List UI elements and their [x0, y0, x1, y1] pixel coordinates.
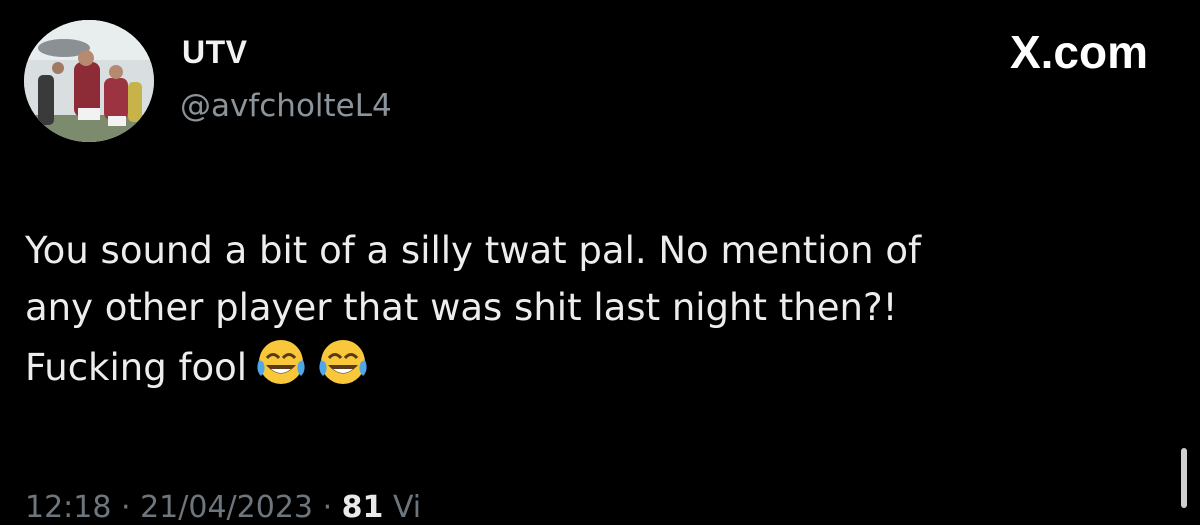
- tweet-text: You sound a bit of a silly twat pal. No …: [25, 222, 1145, 404]
- meta-separator: ·: [121, 490, 141, 525]
- face-with-tears-of-joy-icon: [315, 336, 371, 404]
- tweet-views-count: 81: [341, 490, 384, 525]
- tweet-views-label: Vi: [392, 490, 422, 525]
- scrollbar-thumb[interactable]: [1181, 448, 1187, 508]
- tweet-card: UTV @avfcholteL4 X.com You sound a bit o…: [0, 0, 1200, 525]
- tweet-text-line: You sound a bit of a silly twat pal. No …: [25, 229, 922, 272]
- brand-text: X.com: [1009, 26, 1148, 78]
- tweet-text-line: any other player that was shit last nigh…: [25, 286, 898, 329]
- avatar[interactable]: [24, 20, 154, 142]
- tweet-text-line-last: Fucking fool: [25, 336, 1145, 404]
- avatar-photo-icon: [24, 20, 154, 142]
- brand-watermark: X.com: [1010, 26, 1148, 78]
- tweet-text-line-content: Fucking fool: [25, 346, 248, 389]
- meta-separator: ·: [322, 490, 342, 525]
- face-with-tears-of-joy-icon: [253, 336, 309, 404]
- author-handle[interactable]: @avfcholteL4: [180, 88, 392, 124]
- tweet-date[interactable]: 21/04/2023: [140, 490, 313, 525]
- tweet-time[interactable]: 12:18: [25, 490, 111, 525]
- author-display-name[interactable]: UTV: [182, 34, 248, 71]
- tweet-meta: 12:18 · 21/04/2023 · 81 Vi: [25, 490, 421, 525]
